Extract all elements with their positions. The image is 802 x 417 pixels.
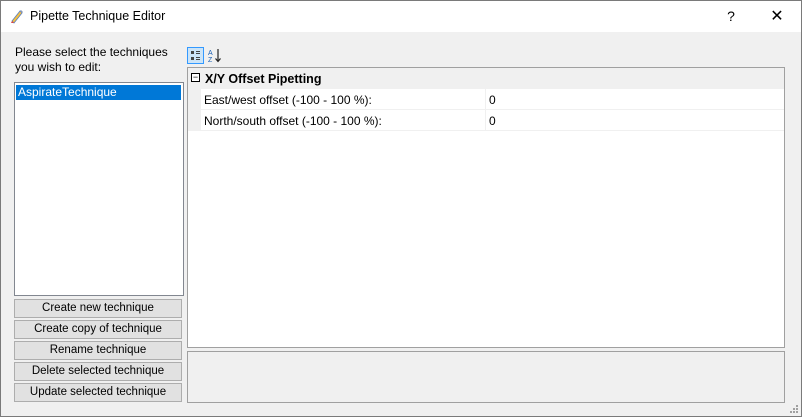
technique-list[interactable]: AspirateTechnique <box>14 82 184 296</box>
row-margin <box>188 89 201 110</box>
close-button[interactable]: ✕ <box>759 1 795 32</box>
resize-grip-icon[interactable] <box>789 404 799 414</box>
property-row-east-west[interactable]: East/west offset (-100 - 100 %): 0 <box>188 89 784 110</box>
categorized-view-icon[interactable] <box>187 47 204 64</box>
help-button[interactable]: ? <box>715 1 747 32</box>
list-item-aspirate-technique[interactable]: AspirateTechnique <box>16 85 181 100</box>
update-technique-button[interactable]: Update selected technique <box>14 383 182 402</box>
title-bar: Pipette Technique Editor ? ✕ <box>1 1 801 32</box>
column-divider <box>485 89 486 110</box>
rename-technique-button[interactable]: Rename technique <box>14 341 182 360</box>
east-west-offset-value[interactable]: 0 <box>489 93 496 107</box>
category-row-xy-offset[interactable]: − X/Y Offset Pipetting <box>188 68 784 89</box>
row-margin <box>188 110 201 131</box>
pencil-icon <box>11 10 23 24</box>
create-copy-technique-button[interactable]: Create copy of technique <box>14 320 182 339</box>
svg-text:A: A <box>208 50 213 57</box>
property-name: North/south offset (-100 - 100 %): <box>204 114 382 128</box>
property-row-north-south[interactable]: North/south offset (-100 - 100 %): 0 <box>188 110 784 131</box>
column-divider <box>485 110 486 131</box>
property-grid: − X/Y Offset Pipetting East/west offset … <box>187 67 785 348</box>
collapse-toggle-icon[interactable]: − <box>191 73 200 82</box>
property-name: East/west offset (-100 - 100 %): <box>204 93 372 107</box>
create-new-technique-button[interactable]: Create new technique <box>14 299 182 318</box>
property-grid-toolbar: A Z <box>187 46 785 66</box>
pipette-technique-editor-window: Pipette Technique Editor ? ✕ Please sele… <box>0 0 802 417</box>
property-help-pane <box>187 351 785 403</box>
technique-select-prompt: Please select the techniques you wish to… <box>15 45 168 74</box>
category-label: X/Y Offset Pipetting <box>205 72 322 86</box>
svg-text:Z: Z <box>208 57 213 64</box>
alphabetical-sort-icon[interactable]: A Z <box>206 47 223 64</box>
window-title: Pipette Technique Editor <box>30 9 166 23</box>
delete-technique-button[interactable]: Delete selected technique <box>14 362 182 381</box>
north-south-offset-value[interactable]: 0 <box>489 114 496 128</box>
